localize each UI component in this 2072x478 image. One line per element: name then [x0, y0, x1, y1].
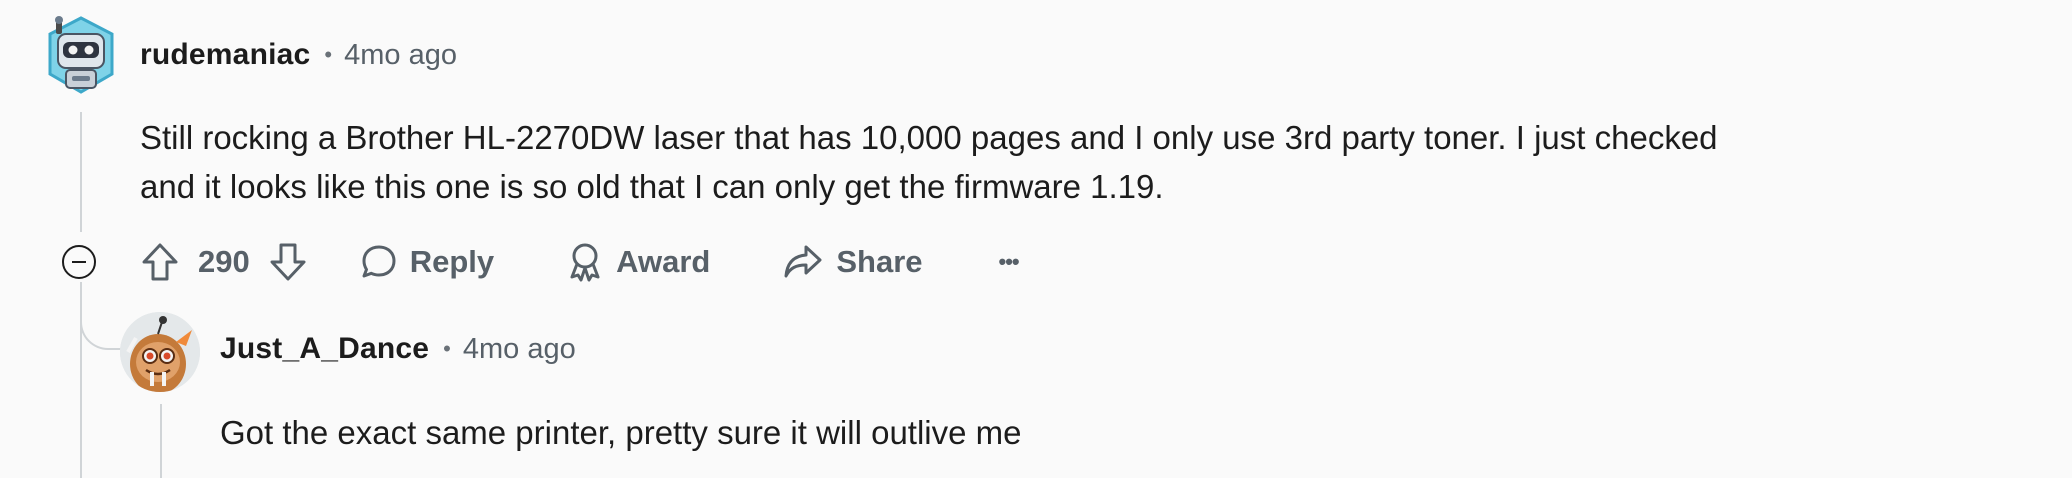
comment-text-line: Got the exact same printer, pretty sure …	[220, 414, 1022, 451]
robot-avatar-icon	[48, 16, 114, 94]
collapse-icon	[72, 260, 86, 264]
meta-separator: •	[324, 42, 333, 67]
share-arrow-icon	[784, 245, 822, 278]
share-button[interactable]: Share	[782, 243, 923, 281]
award-button[interactable]: Award	[566, 241, 710, 283]
comment-body: Still rocking a Brother HL-2270DW laser …	[140, 113, 1718, 211]
share-label: Share	[836, 244, 923, 279]
thread-line-main[interactable]	[80, 112, 82, 232]
more-options-button[interactable]: •••	[998, 249, 1020, 275]
comment-thread: rudemaniac • 4mo ago Still rocking a Bro…	[0, 0, 2072, 478]
downvote-arrow-icon	[270, 243, 306, 281]
avatar[interactable]	[42, 14, 120, 98]
meta-separator: •	[443, 336, 451, 361]
timestamp[interactable]: 4mo ago	[344, 39, 457, 72]
reply-body: Got the exact same printer, pretty sure …	[220, 408, 1022, 457]
username[interactable]: Just_A_Dance	[220, 332, 429, 366]
timestamp[interactable]: 4mo ago	[463, 333, 576, 366]
comment-text-line: Still rocking a Brother HL-2270DW laser …	[140, 119, 1718, 156]
upvote-button[interactable]	[140, 241, 180, 283]
avatar[interactable]	[120, 312, 200, 392]
upvote-arrow-icon	[142, 243, 178, 281]
comment-text-line: and it looks like this one is so old tha…	[140, 168, 1164, 205]
speech-bubble-icon	[362, 245, 396, 278]
reply-label: Reply	[409, 244, 495, 279]
thread-line-reply[interactable]	[160, 404, 162, 478]
award-medal-icon	[570, 243, 600, 282]
comment-meta: rudemaniac • 4mo ago	[140, 38, 457, 72]
vote-count: 290	[198, 244, 250, 279]
thread-connector	[80, 282, 122, 350]
username[interactable]: rudemaniac	[140, 38, 310, 72]
downvote-button[interactable]	[268, 241, 308, 283]
snoo-avatar-icon	[120, 312, 200, 392]
award-label: Award	[616, 244, 711, 279]
comment-actions: 290 Reply Award Share •••	[140, 238, 1020, 286]
more-dots-icon: •••	[998, 249, 1020, 274]
reply-meta: Just_A_Dance • 4mo ago	[220, 332, 576, 366]
collapse-button[interactable]	[62, 245, 96, 279]
reply-button[interactable]: Reply	[360, 243, 494, 281]
